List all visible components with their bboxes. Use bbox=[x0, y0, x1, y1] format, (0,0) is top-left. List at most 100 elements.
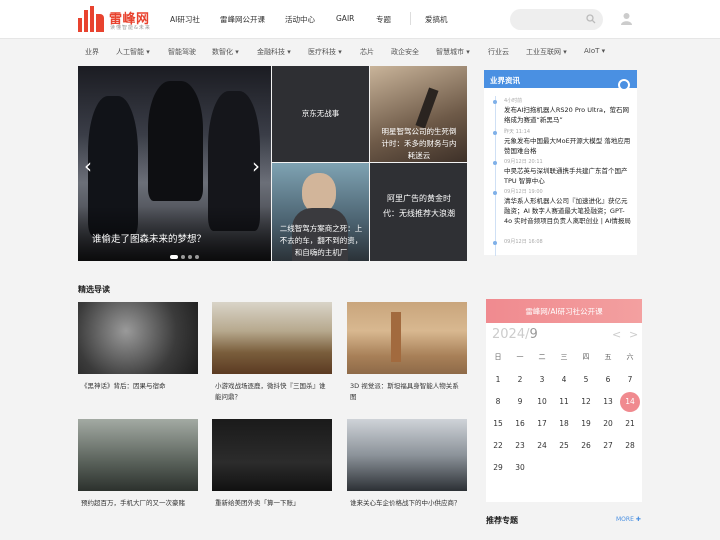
topnav-aigaoji[interactable]: 爱搞机 bbox=[425, 14, 448, 25]
calendar-day[interactable]: 27 bbox=[598, 436, 618, 456]
refresh-icon[interactable] bbox=[618, 79, 630, 91]
calendar-weekday: 三 bbox=[560, 353, 568, 361]
calendar-day[interactable]: 20 bbox=[598, 414, 618, 434]
calendar-prev-icon[interactable]: < bbox=[612, 328, 621, 341]
cat-cloud[interactable]: 行业云 bbox=[488, 47, 509, 57]
calendar-weekday: 四 bbox=[582, 353, 590, 361]
card-image[interactable] bbox=[347, 302, 467, 374]
hero-tile-title: 京东无战事 bbox=[301, 109, 340, 118]
hero-tile-title: 二线智驾方案商之死：上不去的车，翻不到的资，和自嗨的主机厂 bbox=[279, 224, 363, 257]
cat-chips[interactable]: 芯片 bbox=[360, 47, 374, 57]
cat-aiot[interactable]: AIoT ▾ bbox=[584, 47, 605, 55]
carousel-next-icon[interactable]: › bbox=[252, 154, 260, 178]
calendar-day[interactable]: 19 bbox=[576, 414, 596, 434]
card-title[interactable]: 预约超百万，手机大厂的又一次豪赌 bbox=[81, 498, 196, 509]
timeline-line bbox=[495, 96, 496, 256]
calendar-header[interactable]: 雷峰网/AI研习社公开课 bbox=[486, 299, 642, 323]
hero-tile-title: 明星智驾公司的生死倒计时：禾多的财务与内耗迷云 bbox=[381, 127, 457, 160]
recommend-more-link[interactable]: MORE ✚ bbox=[616, 516, 641, 523]
logo-mark-icon bbox=[78, 6, 106, 32]
calendar-day[interactable]: 1 bbox=[488, 370, 508, 390]
logo-tagline: 读懂智能&未来 bbox=[110, 25, 151, 31]
cat-fintech[interactable]: 金融科技 ▾ bbox=[257, 47, 291, 57]
calendar-year: 2024/ bbox=[492, 327, 530, 342]
calendar-day[interactable]: 22 bbox=[488, 436, 508, 456]
news-time: 09月12日 19:00 bbox=[504, 189, 543, 195]
calendar-day[interactable]: 11 bbox=[554, 392, 574, 412]
hero-caption[interactable]: 谁偷走了图森未来的梦想？ bbox=[92, 231, 206, 245]
calendar-day[interactable]: 24 bbox=[532, 436, 552, 456]
cat-smartcity[interactable]: 智慧城市 ▾ bbox=[436, 47, 470, 57]
cat-security[interactable]: 政企安全 bbox=[391, 47, 419, 57]
calendar-day-today[interactable]: 14 bbox=[620, 392, 640, 412]
cat-medtech[interactable]: 医疗科技 ▾ bbox=[308, 47, 342, 57]
calendar-day[interactable]: 13 bbox=[598, 392, 618, 412]
card-image[interactable] bbox=[347, 419, 467, 491]
hero-tile-jd[interactable]: 京东无战事 bbox=[272, 66, 369, 162]
course-calendar: 雷峰网/AI研习社公开课 2024/9 < > 日一二三四五六123456789… bbox=[486, 299, 642, 502]
calendar-day[interactable]: 9 bbox=[510, 392, 530, 412]
card-title[interactable]: 小游戏战场逐鹿，微抖快『三国杀』谁能问鼎？ bbox=[215, 381, 330, 403]
card-image-decor bbox=[391, 312, 401, 362]
card-title[interactable]: 《黑神话》背后：因果与宿命 bbox=[81, 381, 196, 392]
calendar-day[interactable]: 29 bbox=[488, 458, 508, 478]
card-image[interactable] bbox=[78, 302, 198, 374]
topnav-topics[interactable]: 专题 bbox=[376, 14, 391, 25]
topnav-events[interactable]: 活动中心 bbox=[285, 14, 315, 25]
card-image[interactable] bbox=[212, 419, 332, 491]
calendar-weekday: 二 bbox=[538, 353, 546, 361]
calendar-day[interactable]: 6 bbox=[598, 370, 618, 390]
calendar-day[interactable]: 5 bbox=[576, 370, 596, 390]
calendar-day[interactable]: 7 bbox=[620, 370, 640, 390]
calendar-day[interactable]: 15 bbox=[488, 414, 508, 434]
carousel-prev-icon[interactable]: ‹ bbox=[84, 154, 92, 178]
card-title[interactable]: 重新给美团外卖「算一下账」 bbox=[215, 498, 330, 509]
search-icon[interactable] bbox=[586, 14, 596, 24]
topnav-gair[interactable]: GAIR bbox=[336, 14, 354, 23]
calendar-day[interactable]: 4 bbox=[554, 370, 574, 390]
calendar-day[interactable]: 2 bbox=[510, 370, 530, 390]
hero-tile-alibaba[interactable]: 阿里广告的黄金时代：无线推荐大浪潮 bbox=[370, 163, 467, 261]
cat-industry[interactable]: 业界 bbox=[85, 47, 99, 57]
carousel-dots bbox=[170, 252, 202, 261]
search-input[interactable] bbox=[510, 9, 603, 30]
calendar-day[interactable]: 16 bbox=[510, 414, 530, 434]
calendar-day[interactable]: 3 bbox=[532, 370, 552, 390]
calendar-day[interactable]: 18 bbox=[554, 414, 574, 434]
card-title[interactable]: 3D 视觉派：斯坦福具身智能人物关系图 bbox=[350, 381, 465, 403]
recommend-title: 推荐专题 bbox=[486, 516, 518, 525]
calendar-day[interactable]: 8 bbox=[488, 392, 508, 412]
calendar-day[interactable]: 25 bbox=[554, 436, 574, 456]
carousel-dot[interactable] bbox=[188, 255, 192, 259]
hero-carousel[interactable]: ‹ › 谁偷走了图森未来的梦想？ bbox=[78, 66, 271, 261]
calendar-day[interactable]: 28 bbox=[620, 436, 640, 456]
calendar-day[interactable]: 23 bbox=[510, 436, 530, 456]
cat-autodrive[interactable]: 智能驾驶 bbox=[168, 47, 196, 57]
calendar-weekday: 一 bbox=[516, 353, 524, 361]
industry-news-panel: 业界资讯 4小时前 发布AI扫拖机器人RS20 Pro Ultra，萤石网络成为… bbox=[484, 70, 637, 256]
topnav-ai-club[interactable]: AI研习社 bbox=[170, 14, 200, 25]
hero-tile-autodrive[interactable]: 二线智驾方案商之死：上不去的车，翻不到的资，和自嗨的主机厂 bbox=[272, 163, 369, 261]
hero-tile-haomo[interactable]: 明星智驾公司的生死倒计时：禾多的财务与内耗迷云 bbox=[370, 66, 467, 162]
calendar-day[interactable]: 12 bbox=[576, 392, 596, 412]
carousel-dot[interactable] bbox=[195, 255, 199, 259]
card-image[interactable] bbox=[212, 302, 332, 374]
calendar-day[interactable]: 17 bbox=[532, 414, 552, 434]
calendar-day[interactable]: 26 bbox=[576, 436, 596, 456]
cat-iiot[interactable]: 工业互联网 ▾ bbox=[526, 47, 567, 57]
calendar-next-icon[interactable]: > bbox=[629, 328, 638, 341]
cat-digital[interactable]: 数智化 ▾ bbox=[212, 47, 239, 57]
carousel-dot[interactable] bbox=[181, 255, 185, 259]
site-logo[interactable]: 雷峰网 读懂智能&未来 bbox=[78, 6, 158, 34]
news-text: 发布AI扫拖机器人RS20 Pro Ultra，萤石网络成为赛道“新黑马” bbox=[504, 106, 629, 124]
cat-ai[interactable]: 人工智能 ▾ bbox=[116, 47, 150, 57]
topnav-open-class[interactable]: 雷峰网公开课 bbox=[220, 14, 265, 25]
calendar-day[interactable]: 30 bbox=[510, 458, 530, 478]
card-image[interactable] bbox=[78, 419, 198, 491]
user-icon[interactable] bbox=[620, 12, 633, 25]
industry-news-header: 业界资讯 bbox=[484, 70, 637, 88]
calendar-day[interactable]: 10 bbox=[532, 392, 552, 412]
carousel-dot[interactable] bbox=[170, 255, 178, 259]
calendar-day[interactable]: 21 bbox=[620, 414, 640, 434]
card-title[interactable]: 谁来关心车企价格战下的中小供应商？ bbox=[350, 498, 465, 509]
